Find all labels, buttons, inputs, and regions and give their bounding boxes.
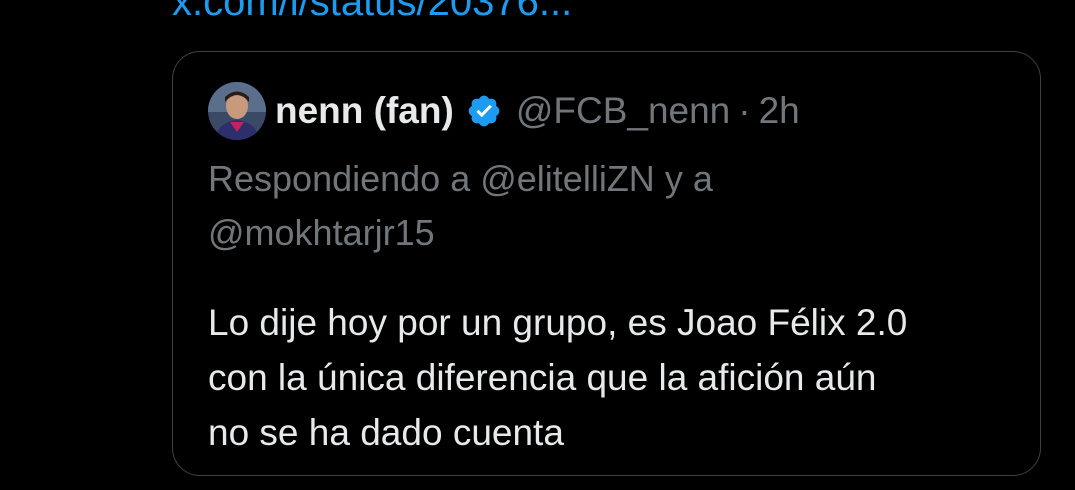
status-link[interactable]: x.com/i/status/20376...	[172, 0, 572, 26]
quoted-tweet-card[interactable]: nenn (fan) @FCB_nenn · 2h Respondiendo a…	[172, 51, 1041, 476]
author-line: nenn (fan) @FCB_nenn · 2h	[275, 88, 800, 134]
tweet-text-line: no se ha dado cuenta	[208, 412, 564, 453]
avatar-image	[208, 82, 266, 140]
author-handle[interactable]: @FCB_nenn	[516, 90, 730, 132]
mention-link-2[interactable]: @mokhtarjr15	[208, 212, 435, 253]
tweet-text-line: Lo dije hoy por un grupo, es Joao Félix …	[208, 302, 908, 343]
tweet-text-line: con la única diferencia que la afición a…	[208, 357, 877, 398]
reply-context: Respondiendo a @elitelliZN y a @mokhtarj…	[208, 152, 1008, 260]
tweet-text: Lo dije hoy por un grupo, es Joao Félix …	[208, 295, 1018, 460]
avatar[interactable]	[208, 82, 266, 140]
reply-prefix: Respondiendo a	[208, 158, 471, 199]
mention-link-1[interactable]: @elitelliZN	[480, 158, 655, 199]
timestamp[interactable]: 2h	[759, 90, 800, 132]
display-name[interactable]: nenn (fan)	[275, 90, 454, 132]
reply-conjunction: y a	[664, 158, 713, 199]
separator-dot: ·	[738, 90, 751, 131]
verified-badge-icon	[466, 93, 502, 129]
